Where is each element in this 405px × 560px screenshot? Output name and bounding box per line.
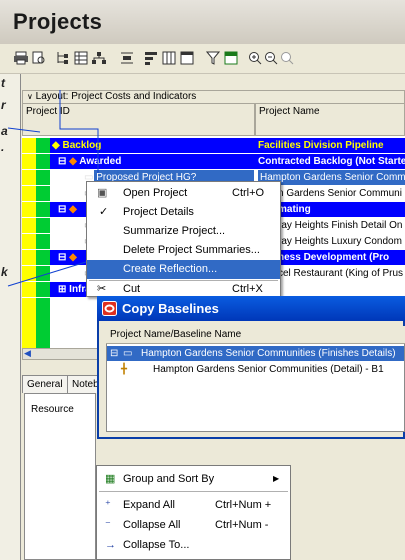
callout-lines — [7, 90, 99, 287]
